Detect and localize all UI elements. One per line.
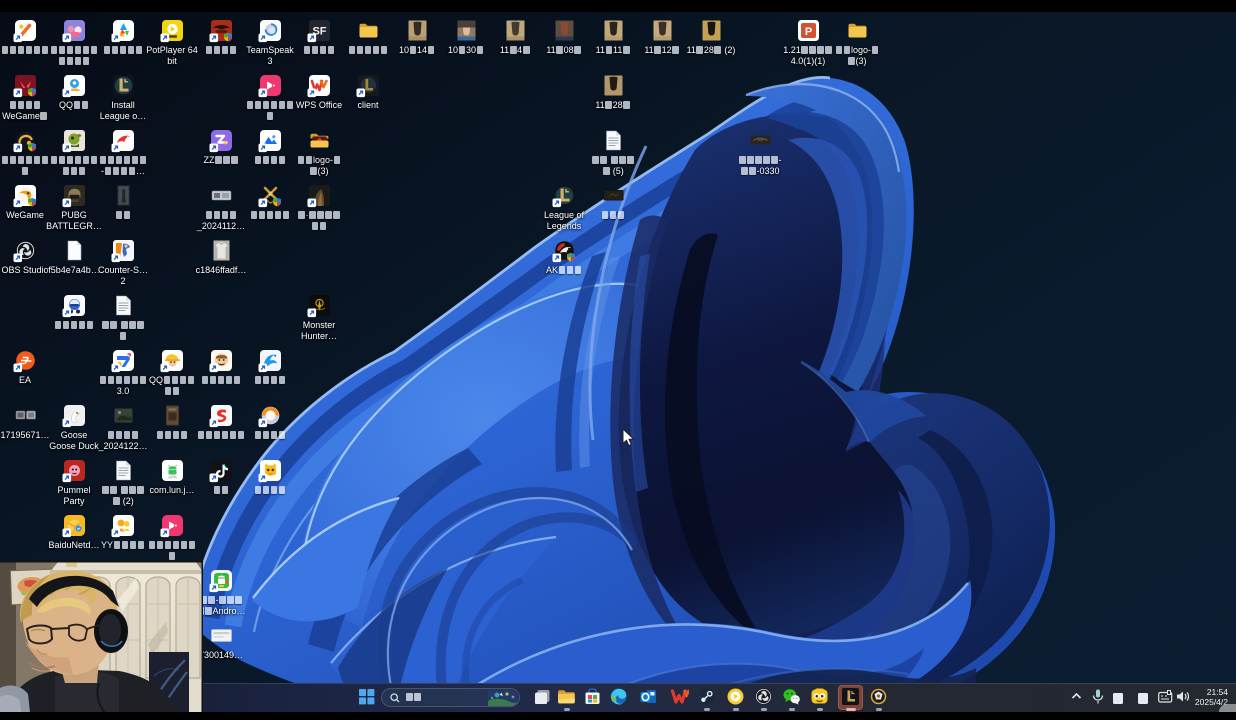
svg-text:APK: APK <box>167 475 176 480</box>
svg-text:P: P <box>804 26 811 38</box>
